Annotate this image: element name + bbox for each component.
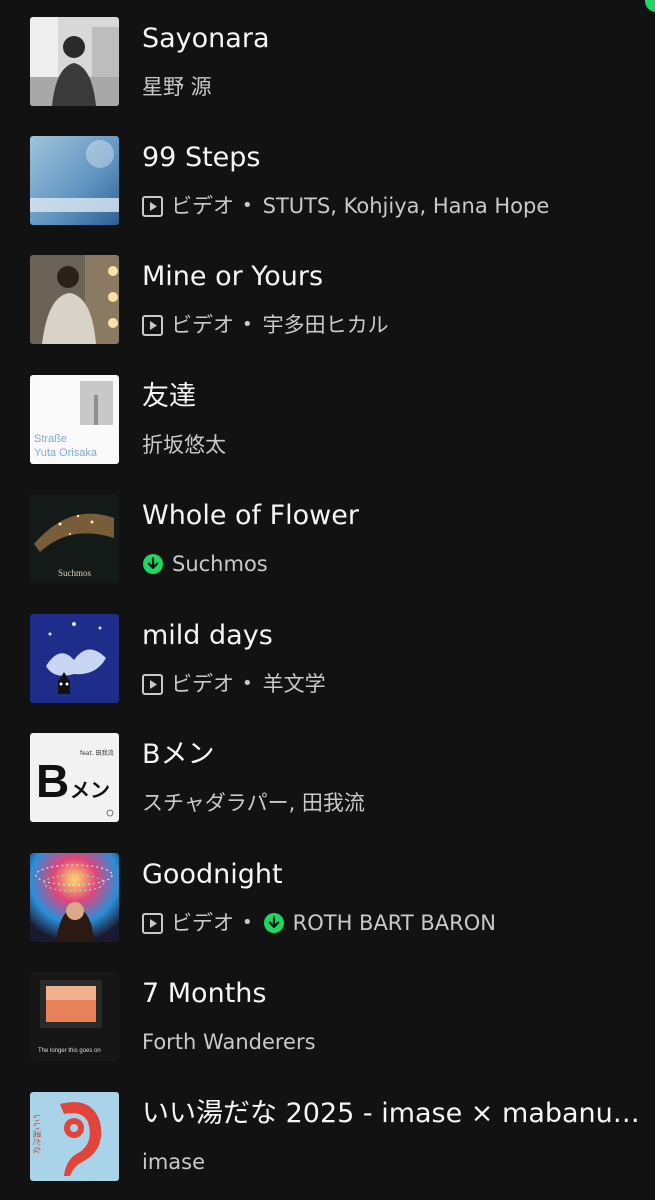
track-title: いい湯だな 2025 - imase × mabanua...	[142, 1098, 652, 1129]
video-icon	[142, 195, 163, 217]
album-art: いい湯だな	[30, 1092, 119, 1181]
separator-dot: •	[242, 314, 253, 335]
content-type-label: ビデオ	[171, 313, 234, 337]
track-subtitle: 星野 源	[142, 73, 212, 101]
track-row[interactable]: The longer this goes on 7 Months Forth W…	[0, 955, 655, 1065]
album-art	[30, 614, 119, 703]
track-subtitle: Forth Wanderers	[142, 1028, 316, 1056]
artist-name: 星野 源	[142, 75, 212, 99]
track-subtitle: Suchmos	[142, 550, 268, 578]
album-art	[30, 17, 119, 106]
art-text: Straße	[34, 433, 67, 445]
track-title: Mine or Yours	[142, 261, 324, 292]
art-text: The longer this goes on	[38, 1048, 101, 1054]
album-art: B メン feat. 田我流	[30, 733, 119, 822]
track-row[interactable]: mild days ビデオ • 羊文学	[0, 597, 655, 707]
track-title: Goodnight	[142, 859, 283, 890]
artist-name: 羊文学	[262, 672, 326, 696]
separator-dot: •	[242, 673, 253, 694]
art-text: feat. 田我流	[80, 749, 114, 757]
album-art	[30, 136, 119, 225]
album-art: The longer this goes on	[30, 972, 119, 1061]
album-art	[30, 853, 119, 942]
track-row[interactable]: B メン feat. 田我流 Bメン スチャダラパー, 田我流	[0, 716, 655, 826]
download-icon	[263, 913, 284, 933]
track-title: mild days	[142, 620, 273, 651]
track-row[interactable]: Sayonara 星野 源	[0, 0, 655, 110]
album-art: Suchmos	[30, 494, 119, 583]
artist-name: Forth Wanderers	[142, 1030, 316, 1054]
artist-name: STUTS, Kohjiya, Hana Hope	[262, 194, 550, 218]
track-title: Sayonara	[142, 23, 270, 54]
track-subtitle: 折坂悠太	[142, 431, 226, 459]
content-type-label: ビデオ	[171, 911, 234, 935]
track-title: Whole of Flower	[142, 500, 359, 531]
track-row[interactable]: Suchmos Whole of Flower Suchmos	[0, 477, 655, 587]
video-icon	[142, 912, 163, 934]
download-icon	[143, 554, 163, 574]
track-row[interactable]: いい湯だな いい湯だな 2025 - imase × mabanua... im…	[0, 1075, 655, 1185]
artist-name: imase	[142, 1150, 206, 1174]
art-text: Yuta Orisaka	[34, 447, 98, 459]
separator-dot: •	[242, 195, 253, 216]
track-row[interactable]: Mine or Yours ビデオ • 宇多田ヒカル	[0, 238, 655, 348]
track-title: Bメン	[142, 739, 215, 770]
track-subtitle: ビデオ • ROTH BART BARON	[142, 909, 496, 937]
track-subtitle: ビデオ • 宇多田ヒカル	[142, 311, 389, 339]
artist-name: Suchmos	[172, 552, 268, 576]
art-text: B	[36, 755, 69, 807]
separator-dot: •	[242, 912, 253, 933]
art-text: いい湯だな	[32, 1114, 42, 1154]
track-title: 99 Steps	[142, 142, 261, 173]
video-icon	[142, 314, 163, 336]
artist-name: ROTH BART BARON	[292, 911, 496, 935]
track-subtitle: ビデオ • 羊文学	[142, 670, 326, 698]
track-title: 7 Months	[142, 978, 267, 1009]
video-icon	[142, 673, 163, 695]
art-text: メン	[70, 778, 110, 802]
track-row[interactable]: Straße Yuta Orisaka 友達 折坂悠太	[0, 358, 655, 468]
track-subtitle: スチャダラパー, 田我流	[142, 789, 365, 817]
album-art: Straße Yuta Orisaka	[30, 375, 119, 464]
artist-name: 折坂悠太	[142, 433, 226, 457]
artist-name: スチャダラパー, 田我流	[142, 791, 365, 815]
album-art	[30, 255, 119, 344]
track-row[interactable]: Goodnight ビデオ • ROTH BART BARON	[0, 836, 655, 946]
track-subtitle: imase	[142, 1148, 205, 1176]
track-title: 友達	[142, 381, 196, 412]
content-type-label: ビデオ	[171, 194, 234, 218]
track-subtitle: ビデオ • STUTS, Kohjiya, Hana Hope	[142, 192, 549, 220]
artist-name: 宇多田ヒカル	[262, 313, 389, 337]
track-row[interactable]: 99 Steps ビデオ • STUTS, Kohjiya, Hana Hope	[0, 119, 655, 229]
content-type-label: ビデオ	[171, 672, 234, 696]
art-text: Suchmos	[58, 568, 92, 578]
